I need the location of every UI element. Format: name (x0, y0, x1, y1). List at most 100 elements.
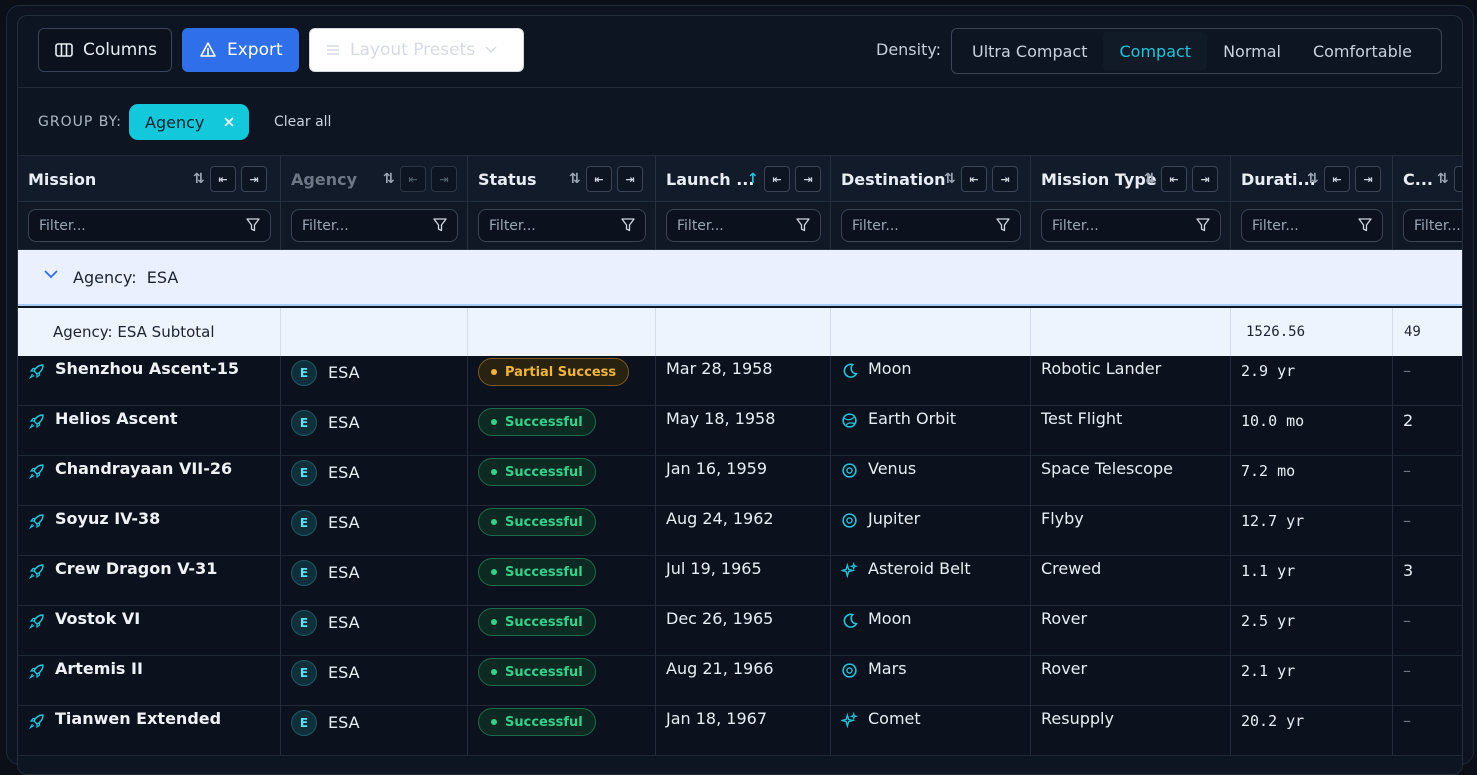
duration-value: 12.7 yr (1241, 512, 1305, 530)
pin-left-icon[interactable]: ⇤ (210, 166, 236, 192)
filter-icon[interactable] (1196, 218, 1210, 232)
filter-input-mission-type[interactable]: Filter... (1041, 209, 1221, 242)
launch-date: Aug 24, 1962 (666, 509, 774, 528)
sort-icon[interactable]: ⇅ (569, 171, 581, 187)
density-option-comfortable[interactable]: Comfortable (1297, 32, 1428, 70)
subtotal-cell (468, 308, 656, 356)
sort-icon[interactable]: ⇅ (1307, 171, 1319, 187)
sort-icon[interactable]: ⇅ (383, 171, 395, 187)
rocket-icon (28, 364, 44, 380)
column-header-launch[interactable]: Launch ... ↑ ⇤ ⇥ (656, 156, 831, 202)
crew-count: – (1403, 461, 1411, 480)
status-dot (491, 519, 497, 525)
sort-ascending-icon[interactable]: ↑ (747, 171, 759, 187)
layout-presets-label: Layout Presets (350, 40, 476, 60)
cell-launch: Jan 16, 1959 (656, 456, 831, 506)
header-row: Mission ⇅ ⇤ ⇥ Agency ⇅ ⇤ ⇥ Status ⇅ ⇤ ⇥ Launch ... ↑ ⇤… (18, 156, 1462, 202)
pin-right-icon[interactable]: ⇥ (992, 166, 1018, 192)
column-header-destination[interactable]: Destination ⇅ ⇤ ⇥ (831, 156, 1031, 202)
cell-crew: – (1393, 506, 1462, 556)
filter-icon[interactable] (433, 218, 447, 232)
cell-launch: Dec 26, 1965 (656, 606, 831, 656)
sparkles-icon (841, 712, 858, 729)
filter-icon[interactable] (246, 218, 260, 232)
density-label: Density: (876, 40, 942, 59)
status-dot (491, 669, 497, 675)
pin-left-icon[interactable]: ⇤ (764, 166, 790, 192)
density-option-compact[interactable]: Compact (1103, 32, 1208, 70)
pin-right-icon[interactable]: ⇥ (241, 166, 267, 192)
export-button[interactable]: Export (182, 28, 299, 72)
filter-input-launch[interactable]: Filter... (666, 209, 821, 242)
subtotal-cell (1031, 308, 1231, 356)
pin-right-icon[interactable]: ⇥ (1192, 166, 1218, 192)
rocket-icon (28, 514, 44, 530)
columns-button[interactable]: Columns (38, 28, 172, 72)
filter-icon[interactable] (996, 218, 1010, 232)
table-row[interactable]: Soyuz IV-38 E ESA Successful Aug 24, 1962 Jup… (18, 506, 1462, 556)
group-by-chip-agency[interactable]: Agency (129, 104, 249, 140)
subtotal-cell (656, 308, 831, 356)
density-option-ultra-compact[interactable]: Ultra Compact (956, 32, 1103, 70)
filter-input-duration[interactable]: Filter... (1241, 209, 1383, 242)
agency-name: ESA (328, 463, 360, 482)
table-row[interactable]: Shenzhou Ascent-15 E ESA Partial Success Mar… (18, 356, 1462, 406)
crew-count: – (1403, 661, 1411, 680)
sort-icon[interactable]: ⇅ (1144, 171, 1156, 187)
status-label: Successful (505, 664, 583, 680)
pin-right-icon[interactable]: ⇥ (1355, 166, 1381, 192)
pin-left-icon[interactable]: ⇤ (1324, 166, 1350, 192)
agency-name: ESA (328, 613, 360, 632)
column-header-mission[interactable]: Mission ⇅ ⇤ ⇥ (18, 156, 281, 202)
close-icon[interactable] (224, 117, 234, 127)
agency-avatar: E (291, 610, 317, 636)
group-row-esa[interactable]: Agency: ESA (18, 250, 1462, 306)
filter-input-destination[interactable]: Filter... (841, 209, 1021, 242)
pin-right-icon[interactable]: ⇥ (795, 166, 821, 192)
mission-name: Crew Dragon V-31 (55, 559, 218, 578)
cell-agency: E ESA (281, 706, 468, 756)
filter-input-agency[interactable]: Filter... (291, 209, 458, 242)
column-header-label: Mission Type (1041, 169, 1157, 189)
crew-count: – (1403, 711, 1411, 730)
filter-icon[interactable] (796, 218, 810, 232)
column-header-label: Agency (291, 169, 357, 189)
pin-left-icon[interactable]: ⇤ (961, 166, 987, 192)
filter-input-status[interactable]: Filter... (478, 209, 646, 242)
table-row[interactable]: Chandrayaan VII-26 E ESA Successful Jan 16, … (18, 456, 1462, 506)
chevron-down-icon (485, 46, 497, 53)
launch-date: Dec 26, 1965 (666, 609, 774, 628)
filter-input-crew[interactable]: Filter... (1403, 209, 1462, 242)
column-header-mission-type[interactable]: Mission Type ⇅ ⇤ ⇥ (1031, 156, 1231, 202)
layout-presets-dropdown[interactable]: Layout Presets (309, 28, 524, 72)
clear-all-button[interactable]: Clear all (274, 114, 331, 130)
pin-right-icon[interactable]: ⇥ (617, 166, 643, 192)
filter-icon[interactable] (1358, 218, 1372, 232)
pin-left-icon[interactable]: ⇤ (1454, 166, 1462, 192)
sort-icon[interactable]: ⇅ (1437, 171, 1449, 187)
table-row[interactable]: Tianwen Extended E ESA Successful Jan 18, 19… (18, 706, 1462, 756)
rocket-icon (28, 414, 44, 430)
pin-left-icon[interactable]: ⇤ (400, 166, 426, 192)
sort-icon[interactable]: ⇅ (193, 171, 205, 187)
column-header-crew[interactable]: C...⇅⇤⇥ (1393, 156, 1462, 202)
filter-cell: Filter... (831, 202, 1031, 250)
pin-left-icon[interactable]: ⇤ (1161, 166, 1187, 192)
table-row[interactable]: Artemis II E ESA Successful Aug 21, 1966 Mars… (18, 656, 1462, 706)
agency-name: ESA (328, 413, 360, 432)
table-row[interactable]: Helios Ascent E ESA Successful May 18, 1958 E… (18, 406, 1462, 456)
column-header-agency[interactable]: Agency ⇅ ⇤ ⇥ (281, 156, 468, 202)
density-option-normal[interactable]: Normal (1207, 32, 1297, 70)
pin-right-icon[interactable]: ⇥ (431, 166, 457, 192)
duration-value: 2.9 yr (1241, 362, 1296, 380)
filter-icon[interactable] (621, 218, 635, 232)
chevron-down-icon[interactable] (44, 270, 58, 279)
table-row[interactable]: Vostok VI E ESA Successful Dec 26, 1965 Moon R… (18, 606, 1462, 656)
cell-mission-type: Test Flight (1031, 406, 1231, 456)
sort-icon[interactable]: ⇅ (944, 171, 956, 187)
column-header-status[interactable]: Status ⇅ ⇤ ⇥ (468, 156, 656, 202)
pin-left-icon[interactable]: ⇤ (586, 166, 612, 192)
table-row[interactable]: Crew Dragon V-31 E ESA Successful Jul 19, 19… (18, 556, 1462, 606)
filter-input-mission[interactable]: Filter... (28, 209, 271, 242)
column-header-duration[interactable]: Durati... ⇅ ⇤ ⇥ (1231, 156, 1393, 202)
